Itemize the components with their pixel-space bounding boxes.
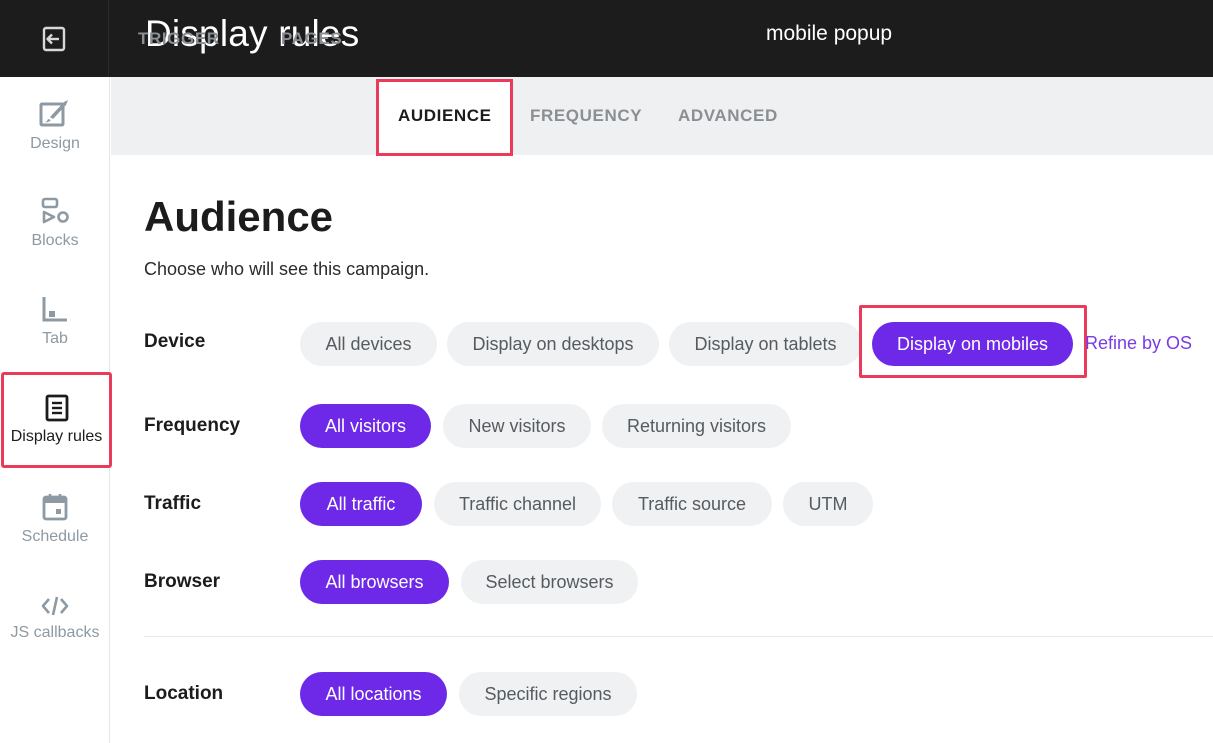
option-utm[interactable]: UTM: [783, 482, 873, 526]
option-all-devices[interactable]: All devices: [300, 322, 437, 366]
row-label-device: Device: [144, 331, 206, 352]
sidebar-item-blocks[interactable]: Blocks: [0, 175, 110, 271]
sidebar-item-schedule[interactable]: Schedule: [0, 471, 110, 567]
option-traffic-source[interactable]: Traffic source: [612, 482, 772, 526]
sidebar-item-label: Tab: [42, 330, 68, 347]
exit-button[interactable]: [0, 0, 109, 77]
sidebar: Design Blocks Tab Display rules Schedule…: [0, 77, 112, 743]
exit-icon: [42, 26, 66, 51]
sidebar-item-design[interactable]: Design: [0, 77, 110, 173]
tab-audience[interactable]: AUDIENCE: [398, 77, 492, 155]
option-specific-regions[interactable]: Specific regions: [459, 672, 637, 716]
sidebar-item-label: Design: [30, 135, 80, 152]
tab-pages[interactable]: PAGES: [281, 0, 342, 78]
display-rules-icon: [45, 394, 68, 422]
calendar-icon: [42, 494, 68, 521]
row-label-frequency: Frequency: [144, 415, 241, 436]
tab-frequency[interactable]: FREQUENCY: [530, 77, 642, 155]
option-display-on-tablets[interactable]: Display on tablets: [669, 322, 862, 366]
sidebar-item-label: Blocks: [31, 232, 79, 249]
tab-trigger[interactable]: TRIGGER: [138, 0, 220, 78]
sidebar-item-display-rules[interactable]: Display rules: [1, 372, 112, 468]
option-display-on-desktops[interactable]: Display on desktops: [447, 322, 659, 366]
section-description: Choose who will see this campaign.: [144, 259, 430, 279]
mobile-option-highlight: [859, 305, 1087, 378]
row-label-location: Location: [144, 683, 224, 704]
campaign-name: mobile popup: [766, 22, 893, 45]
sidebar-item-label: JS callbacks: [10, 624, 100, 641]
row-label-traffic: Traffic: [144, 493, 202, 514]
row-label-browser: Browser: [144, 571, 221, 592]
option-returning-visitors[interactable]: Returning visitors: [602, 404, 791, 448]
sidebar-item-tab[interactable]: Tab: [0, 273, 110, 369]
refine-by-os-link[interactable]: Refine by OS: [1085, 333, 1192, 354]
sidebar-item-label: Schedule: [21, 528, 89, 545]
blocks-icon: [41, 197, 69, 224]
option-all-locations[interactable]: All locations: [300, 672, 447, 716]
tab-bar: [111, 77, 1213, 155]
design-icon: [39, 100, 68, 127]
option-all-visitors[interactable]: All visitors: [300, 404, 431, 448]
option-all-browsers[interactable]: All browsers: [300, 560, 449, 604]
section-divider: [144, 636, 1213, 637]
code-icon: [41, 596, 69, 616]
option-all-traffic[interactable]: All traffic: [300, 482, 422, 526]
sidebar-item-label: Display rules: [10, 428, 103, 445]
option-traffic-channel[interactable]: Traffic channel: [434, 482, 601, 526]
tab-icon: [42, 297, 67, 322]
section-title: Audience: [144, 193, 334, 240]
sidebar-item-js-callbacks[interactable]: JS callbacks: [0, 570, 110, 666]
option-new-visitors[interactable]: New visitors: [443, 404, 591, 448]
option-select-browsers[interactable]: Select browsers: [461, 560, 638, 604]
tab-advanced[interactable]: ADVANCED: [678, 77, 778, 155]
